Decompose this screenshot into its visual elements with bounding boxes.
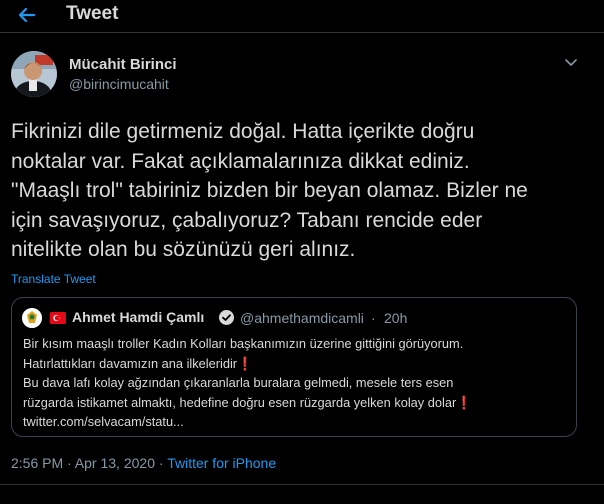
quoted-text-line: Bir kısım maaşlı troller Kadın Kolları b… [23, 336, 464, 351]
dot-separator: · [158, 455, 164, 471]
dot-separator: · [371, 310, 376, 326]
tweet-timestamp[interactable]: 2:56 PM · Apr 13, 2020 [11, 455, 155, 471]
quoted-text-line: rüzgarda istikamet almaktı, hedefine doğ… [23, 394, 473, 410]
chevron-down-icon [565, 59, 577, 66]
quoted-text: Bir kısım maaşlı troller Kadın Kolları b… [23, 334, 571, 432]
quoted-text-line: Bu dava lafı kolay ağzından çıkaranlarla… [23, 375, 454, 390]
top-bar: Tweet [0, 0, 604, 33]
tweet-meta: 2:56 PM · Apr 13, 2020 · Twitter for iPh… [11, 455, 276, 471]
divider [0, 484, 604, 485]
quoted-author-handle[interactable]: @ahmethamdicamli [240, 310, 364, 326]
tweet-text: Fikrinizi dile getirmeniz doğal. Hatta i… [11, 117, 591, 265]
quoted-text-line: Hatırlattıkları davamızın ana ilkeleridi… [23, 355, 254, 371]
translate-tweet-link[interactable]: Translate Tweet [11, 272, 96, 286]
tweet-text-line: için savaşıyoruz, çabalıyoruz? Tabanı re… [11, 208, 483, 232]
page-title: Tweet [66, 3, 119, 24]
tweet-text-line: noktalar var. Fakat açıklamalarınıza dik… [11, 149, 470, 173]
avatar[interactable] [11, 51, 57, 97]
quoted-avatar[interactable] [22, 308, 42, 328]
back-button[interactable] [14, 2, 40, 28]
verified-badge-icon [218, 309, 235, 326]
exclamation-icon: ❗ [237, 355, 254, 371]
author-name[interactable]: Mücahit Birinci [69, 56, 177, 73]
quoted-link[interactable]: twitter.com/selvacam/statu... [23, 412, 571, 432]
turkey-flag-icon [50, 311, 66, 324]
quoted-tweet[interactable]: Ahmet Hamdi Çamlı @ahmethamdicamli · 20h… [11, 297, 577, 437]
more-options-button[interactable] [562, 56, 580, 70]
tweet-text-line: "Maaşlı trol" tabiriniz bizden bir beyan… [11, 179, 528, 202]
arrow-left-icon [18, 7, 36, 23]
quoted-timestamp[interactable]: 20h [384, 310, 407, 326]
quoted-author-name[interactable]: Ahmet Hamdi Çamlı [72, 309, 204, 325]
author-handle[interactable]: @birincimucahit [69, 76, 169, 92]
exclamation-icon: ❗ [456, 394, 473, 410]
tweet-text-line: Fikrinizi dile getirmeniz doğal. Hatta i… [11, 120, 475, 143]
tweet-source-link[interactable]: Twitter for iPhone [167, 455, 276, 471]
tweet-text-line: nitelikte olan bu sözünüzü geri alınız. [11, 238, 356, 261]
